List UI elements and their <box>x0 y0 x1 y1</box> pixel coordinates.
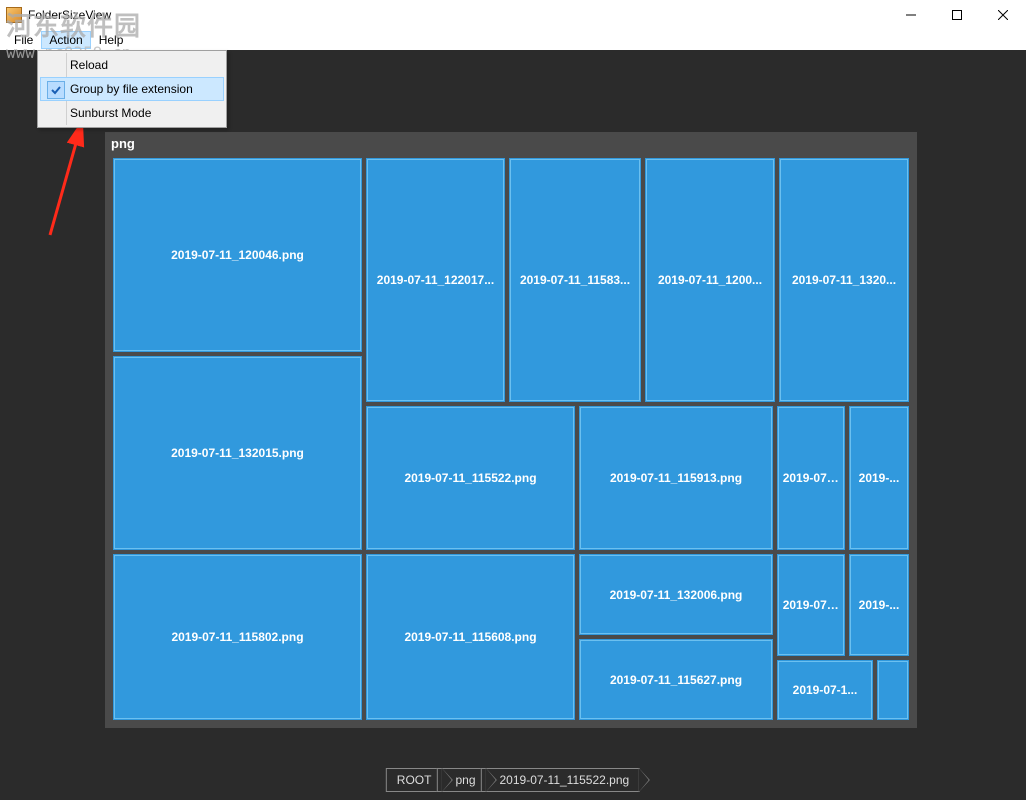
tile-label: 2019-07-... <box>779 467 844 489</box>
breadcrumb: ROOT png 2019-07-11_115522.png <box>386 768 640 792</box>
tile-label: 2019-07-11_132006.png <box>606 584 747 606</box>
treemap-tile[interactable]: 2019-07-11_115522.png <box>364 404 577 552</box>
tile-label: 2019-07-11_1320... <box>788 269 900 291</box>
treemap-tile[interactable]: 2019-... <box>847 552 911 658</box>
minimize-button[interactable] <box>888 0 934 30</box>
treemap-tile[interactable]: 2019-07-11_132006.png <box>577 552 775 637</box>
check-icon <box>46 56 64 74</box>
maximize-button[interactable] <box>934 0 980 30</box>
menu-item-sunburst-mode[interactable]: Sunburst Mode <box>40 101 224 125</box>
title-bar: FolderSizeView <box>0 0 1026 30</box>
tile-label: 2019-07-11_132015.png <box>167 442 308 464</box>
menu-item-group-by-extension[interactable]: Group by file extension <box>40 77 224 101</box>
menu-help[interactable]: Help <box>91 31 132 49</box>
tile-label: 2019-07-11_122017... <box>373 269 498 291</box>
treemap-tile[interactable]: 2019-07-11_115627.png <box>577 637 775 722</box>
treemap-tile[interactable]: 2019-07-11_115608.png <box>364 552 577 722</box>
treemap-tile[interactable]: 2019-07-11_115913.png <box>577 404 775 552</box>
treemap-tile[interactable]: 2019-07-11_120046.png <box>111 156 364 354</box>
tile-label: 2019-07-11_115913.png <box>606 467 746 489</box>
treemap-tile[interactable]: 2019-07-11_1200... <box>643 156 777 404</box>
breadcrumb-file[interactable]: 2019-07-11_115522.png <box>481 768 641 792</box>
treemap-tile[interactable] <box>875 658 911 722</box>
tile-label: 2019-07-1... <box>789 679 862 701</box>
treemap-tile[interactable]: 2019-07-... <box>775 552 847 658</box>
menu-bar: File Action Help <box>0 30 1026 50</box>
menu-item-label: Reload <box>70 58 108 72</box>
treemap-tile[interactable]: 2019-... <box>847 404 911 552</box>
tile-label <box>889 686 897 694</box>
treemap-body: 2019-07-11_120046.png 2019-07-11_122017..… <box>111 156 911 722</box>
treemap-group-label: png <box>105 132 917 156</box>
tile-label: 2019-07-11_11583... <box>516 269 634 291</box>
treemap-container: png 2019-07-11_120046.png 2019-07-11_1220… <box>105 132 917 728</box>
treemap-tile[interactable]: 2019-07-1... <box>775 658 875 722</box>
check-icon <box>47 81 65 99</box>
treemap-tile[interactable]: 2019-07-11_122017... <box>364 156 507 404</box>
treemap-tile[interactable]: 2019-07-11_132015.png <box>111 354 364 552</box>
tile-label: 2019-... <box>855 467 904 489</box>
main-panel: png 2019-07-11_120046.png 2019-07-11_1220… <box>0 50 1026 800</box>
tile-label: 2019-07-11_115608.png <box>400 626 540 648</box>
check-icon <box>46 104 64 122</box>
window-controls <box>888 0 1026 30</box>
tile-label: 2019-07-11_1200... <box>654 269 766 291</box>
tile-label: 2019-07-... <box>779 594 844 616</box>
menu-item-label: Sunburst Mode <box>70 106 151 120</box>
tile-label: 2019-07-11_120046.png <box>167 244 308 266</box>
treemap-tile[interactable]: 2019-07-11_1320... <box>777 156 911 404</box>
tile-label: 2019-07-11_115802.png <box>167 626 307 648</box>
tile-label: 2019-... <box>855 594 904 616</box>
window-title: FolderSizeView <box>28 8 888 22</box>
close-button[interactable] <box>980 0 1026 30</box>
menu-file[interactable]: File <box>6 31 41 49</box>
menu-action[interactable]: Action <box>41 31 90 49</box>
tile-label: 2019-07-11_115522.png <box>400 467 540 489</box>
menu-item-reload[interactable]: Reload <box>40 53 224 77</box>
menu-item-label: Group by file extension <box>70 82 193 96</box>
action-dropdown: Reload Group by file extension Sunburst … <box>37 50 227 128</box>
treemap-tile[interactable]: 2019-07-... <box>775 404 847 552</box>
treemap-tile[interactable]: 2019-07-11_11583... <box>507 156 643 404</box>
app-icon <box>6 7 22 23</box>
breadcrumb-root[interactable]: ROOT <box>386 768 443 792</box>
tile-label: 2019-07-11_115627.png <box>606 669 746 691</box>
treemap-tile[interactable]: 2019-07-11_115802.png <box>111 552 364 722</box>
